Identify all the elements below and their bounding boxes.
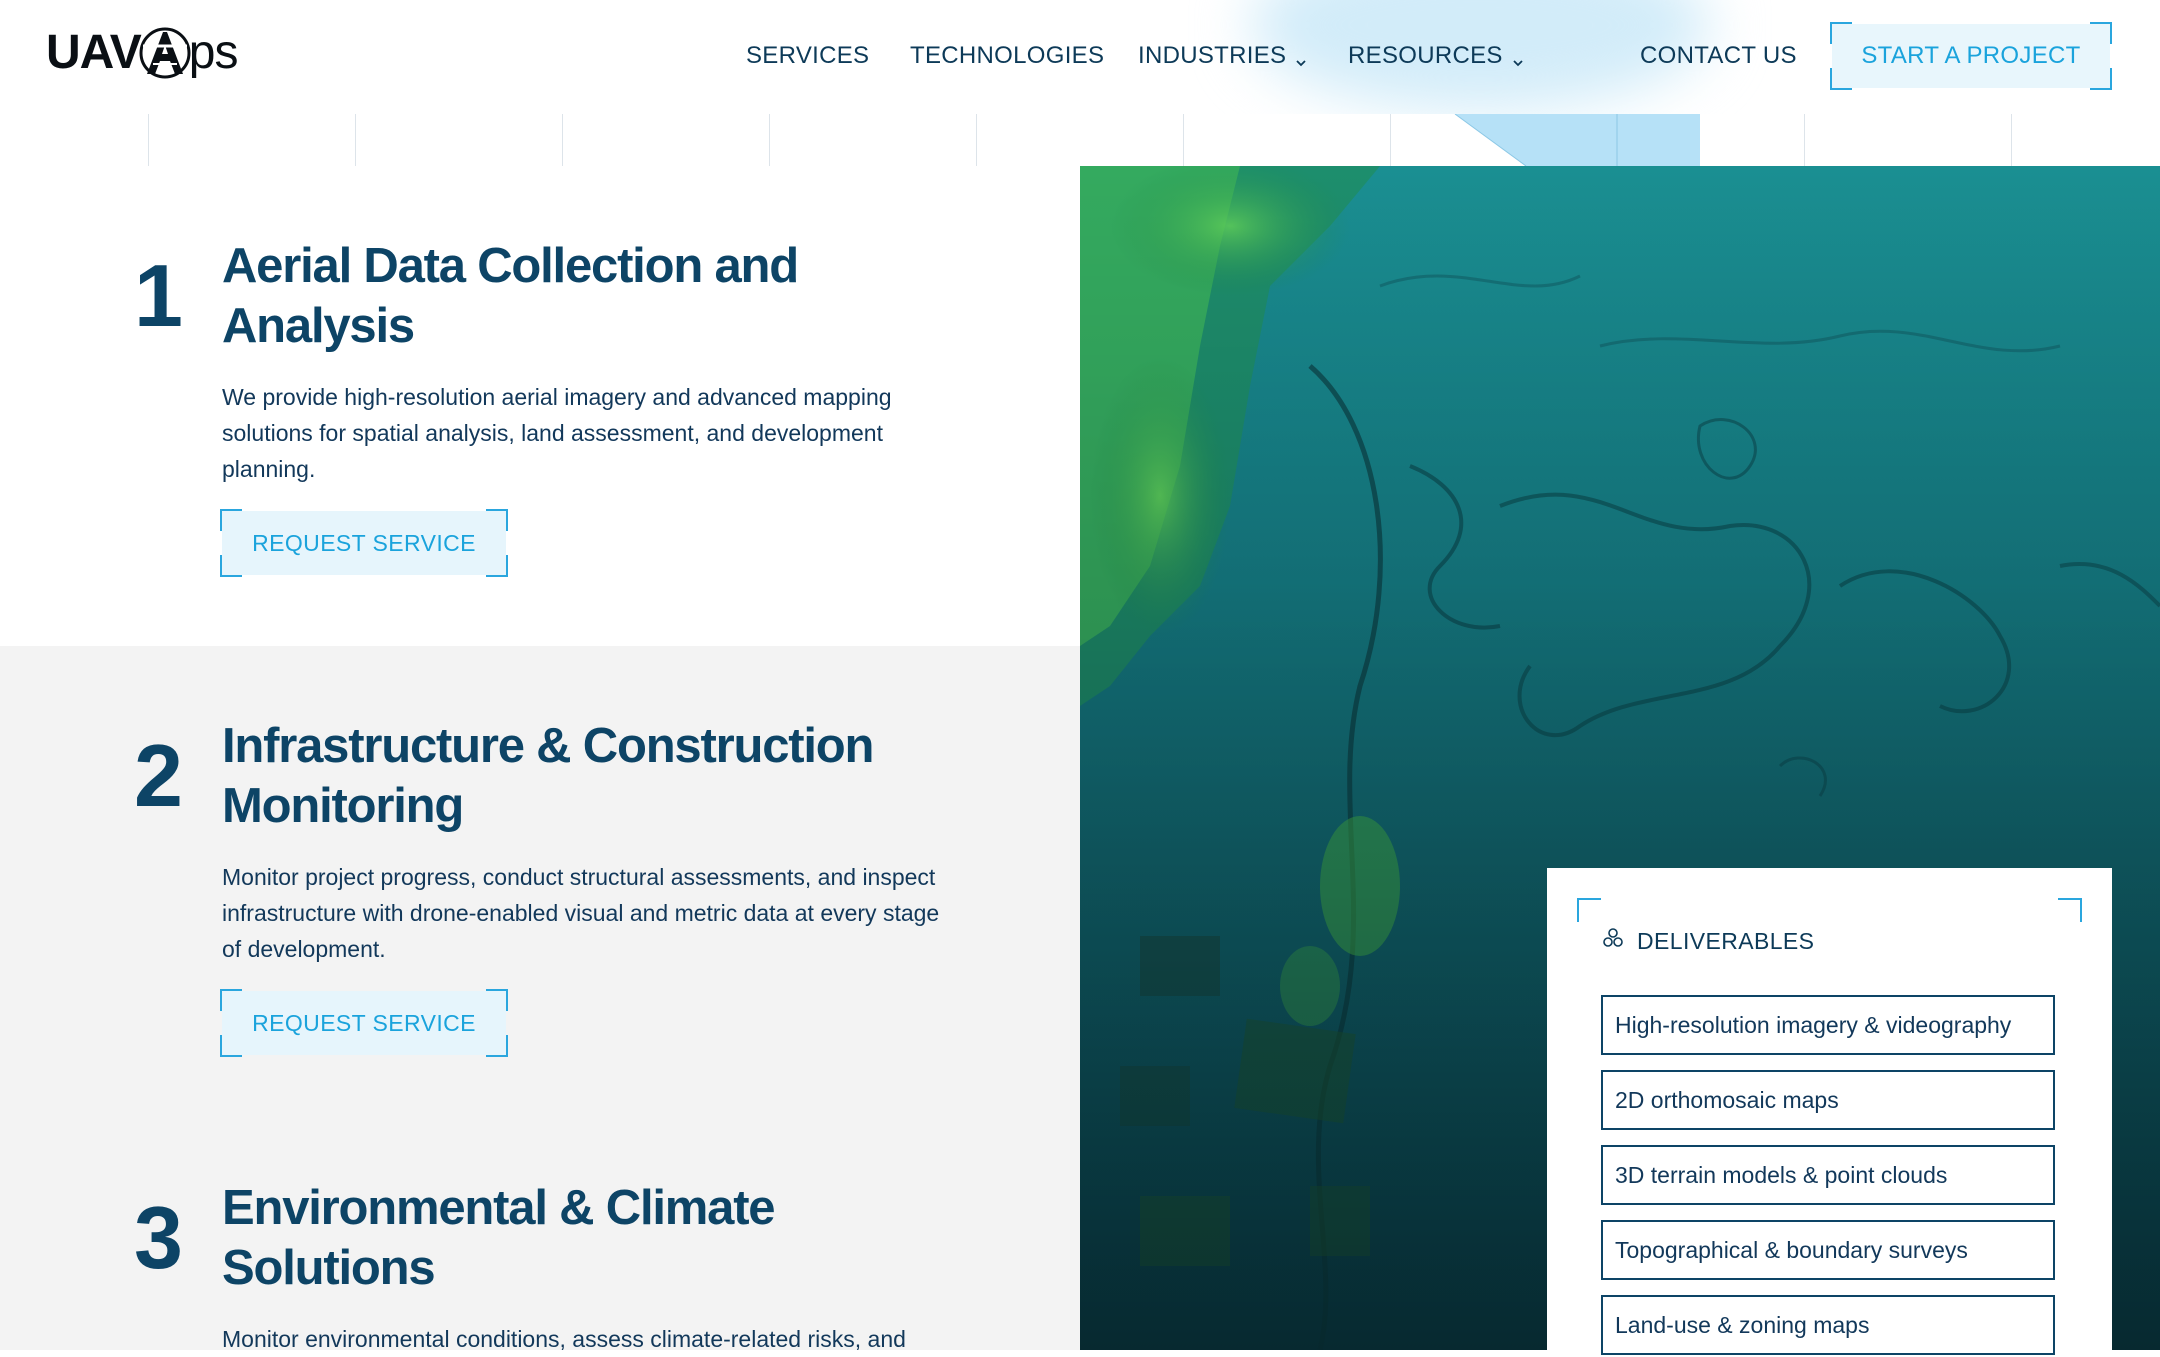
request-service-button[interactable]: REQUEST SERVICE — [220, 989, 508, 1057]
bracket-corner — [486, 509, 508, 531]
bracket-corner — [2090, 68, 2112, 90]
request-service-label: REQUEST SERVICE — [252, 1009, 476, 1036]
deliverable-item: 2D orthomosaic maps — [1601, 1070, 2055, 1130]
nav-technologies[interactable]: TECHNOLOGIES — [910, 42, 1104, 70]
decorative-grid-strip — [0, 114, 2160, 166]
nav-contact-label: CONTACT US — [1640, 42, 1797, 69]
bracket-corner — [486, 555, 508, 577]
service-title-line: Solutions — [222, 1241, 436, 1295]
service-title-line: Environmental & Climate — [222, 1181, 776, 1235]
logo-mark-icon — [137, 24, 193, 80]
site-header: UAV ps SERVICES TECHNOLOGIES INDUSTRIES … — [0, 0, 2160, 114]
bracket-corner — [1830, 68, 1852, 90]
bracket-corner — [486, 1035, 508, 1057]
service-number: 1 — [134, 246, 183, 345]
service-title: Environmental & Climate Solutions — [222, 1178, 922, 1298]
bracket-corner — [486, 989, 508, 1011]
service-description: Monitor project progress, conduct struct… — [222, 864, 940, 962]
deliverable-item: 3D terrain models & point clouds — [1601, 1145, 2055, 1205]
nav-industries[interactable]: INDUSTRIES — [1138, 42, 1308, 70]
deliverables-card: DELIVERABLES High-resolution imagery & v… — [1547, 868, 2112, 1355]
nav-contact-us[interactable]: CONTACT US — [1640, 42, 1797, 70]
logo-text-right: ps — [188, 25, 239, 79]
deliverable-item: Land-use & zoning maps — [1601, 1295, 2055, 1355]
service-title-line: Aerial Data Collection and — [222, 239, 799, 293]
bracket-corner — [220, 1035, 242, 1057]
bracket-corner — [220, 555, 242, 577]
chevron-down-icon — [1294, 49, 1308, 67]
bracket-corner — [220, 989, 242, 1011]
request-service-label: REQUEST SERVICE — [252, 529, 476, 556]
deliverables-heading: DELIVERABLES — [1601, 926, 1814, 956]
services-list: 1 Aerial Data Collection and Analysis We… — [0, 166, 1080, 1352]
bracket-corner — [2058, 898, 2082, 922]
deliverables-icon — [1601, 926, 1625, 956]
bracket-corner — [220, 509, 242, 531]
logo-text-left: UAV — [46, 25, 142, 79]
nav-resources[interactable]: RESOURCES — [1348, 42, 1525, 70]
bracket-corner — [1830, 22, 1852, 44]
nav-industries-label: INDUSTRIES — [1138, 42, 1287, 69]
service-title-line: Monitoring — [222, 779, 464, 833]
service-number: 2 — [134, 726, 183, 825]
chevron-down-icon — [1511, 49, 1525, 67]
nav-resources-label: RESOURCES — [1348, 42, 1503, 69]
request-service-button[interactable]: REQUEST SERVICE — [220, 509, 508, 577]
start-project-label: START A PROJECT — [1861, 42, 2081, 69]
service-description: Monitor environmental conditions, assess… — [222, 1326, 906, 1352]
start-project-button[interactable]: START A PROJECT — [1830, 22, 2112, 90]
deliverable-item: Topographical & boundary surveys — [1601, 1220, 2055, 1280]
service-title-line: Analysis — [222, 299, 415, 353]
service-description: We provide high-resolution aerial imager… — [222, 384, 892, 482]
bracket-corner — [2090, 22, 2112, 44]
service-title: Aerial Data Collection and Analysis — [222, 236, 922, 356]
deliverable-item: High-resolution imagery & videography — [1601, 995, 2055, 1055]
nav-services[interactable]: SERVICES — [746, 42, 869, 70]
grid-accent-shape — [1454, 114, 1700, 166]
nav-technologies-label: TECHNOLOGIES — [910, 42, 1105, 69]
nav-services-label: SERVICES — [746, 42, 870, 69]
uavaps-logo[interactable]: UAV ps — [46, 20, 239, 84]
deliverables-heading-label: DELIVERABLES — [1637, 927, 1815, 954]
service-title-line: Infrastructure & Construction — [222, 719, 874, 773]
bracket-corner — [1577, 898, 1601, 922]
service-title: Infrastructure & Construction Monitoring — [222, 716, 922, 836]
service-number: 3 — [134, 1188, 183, 1287]
